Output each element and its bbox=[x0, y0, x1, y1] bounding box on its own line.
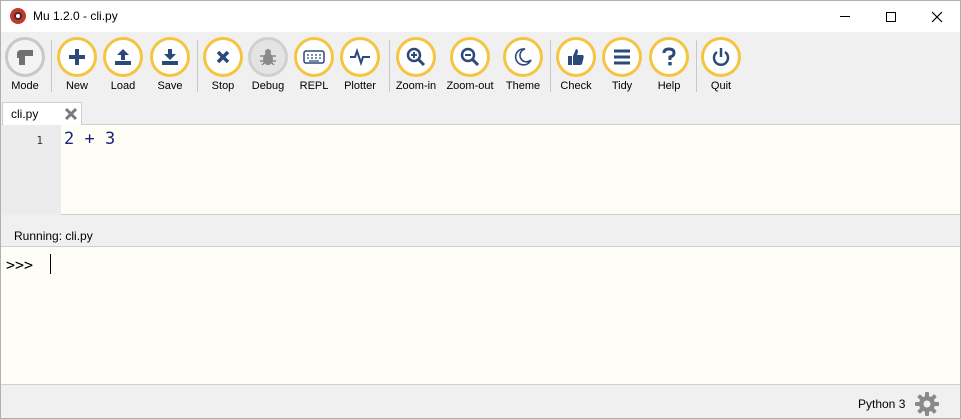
plus-icon bbox=[57, 37, 97, 77]
toolbar-separator bbox=[389, 40, 390, 92]
tab-label: cli.py bbox=[11, 107, 39, 121]
new-label: New bbox=[65, 80, 88, 92]
stop-label: Stop bbox=[211, 80, 235, 92]
status-bar: Python 3 bbox=[1, 386, 960, 418]
code-editor[interactable]: 1 2 + 3 bbox=[1, 125, 960, 215]
window-title: Mu 1.2.0 - cli.py bbox=[33, 9, 118, 23]
save-button[interactable]: Save bbox=[146, 37, 194, 92]
current-mode-label: Python 3 bbox=[858, 397, 906, 411]
toolbar-separator bbox=[550, 40, 551, 92]
bug-icon bbox=[248, 37, 288, 77]
zoom-out-button[interactable]: Zoom-out bbox=[446, 37, 494, 92]
mode-button[interactable]: Mode bbox=[1, 37, 49, 92]
line-number: 1 bbox=[36, 134, 43, 147]
app-window: Mu 1.2.0 - cli.py Mode New Load Save Sto… bbox=[0, 0, 961, 419]
moon-icon bbox=[503, 37, 543, 77]
gear-icon[interactable] bbox=[914, 391, 940, 417]
tidy-label: Tidy bbox=[611, 80, 633, 92]
close-tab-icon[interactable] bbox=[64, 107, 78, 121]
check-button[interactable]: Check bbox=[552, 37, 600, 92]
repl-label: REPL bbox=[299, 80, 329, 92]
repl-header: Running: cli.py bbox=[1, 216, 960, 247]
repl-pane[interactable]: >>> bbox=[1, 247, 960, 385]
zoom-out-label: Zoom-out bbox=[446, 80, 494, 92]
minimize-icon bbox=[840, 16, 850, 17]
mode-icon bbox=[5, 37, 45, 77]
running-label: Running: cli.py bbox=[14, 229, 93, 243]
quit-button[interactable]: Quit bbox=[697, 37, 745, 92]
code-line[interactable]: 2 + 3 bbox=[64, 129, 115, 149]
close-icon bbox=[931, 11, 943, 22]
mode-label: Mode bbox=[11, 80, 39, 92]
zoom-in-button[interactable]: Zoom-in bbox=[392, 37, 440, 92]
check-label: Check bbox=[560, 80, 592, 92]
toolbar: Mode New Load Save Stop Debug REPL Plott… bbox=[1, 32, 960, 99]
line-number-gutter: 1 bbox=[1, 125, 61, 215]
maximize-icon bbox=[886, 11, 896, 22]
minimize-button[interactable] bbox=[822, 1, 868, 32]
power-icon bbox=[701, 37, 741, 77]
help-button[interactable]: Help bbox=[645, 37, 693, 92]
stop-icon bbox=[203, 37, 243, 77]
tidy-button[interactable]: Tidy bbox=[598, 37, 646, 92]
repl-button[interactable]: REPL bbox=[290, 37, 338, 92]
theme-button[interactable]: Theme bbox=[499, 37, 547, 92]
question-icon bbox=[649, 37, 689, 77]
load-label: Load bbox=[110, 80, 136, 92]
repl-prompt: >>> bbox=[6, 256, 34, 274]
stop-button[interactable]: Stop bbox=[199, 37, 247, 92]
upload-icon bbox=[103, 37, 143, 77]
zoom-in-label: Zoom-in bbox=[395, 80, 437, 92]
close-window-button[interactable] bbox=[914, 1, 960, 32]
zoom-in-icon bbox=[396, 37, 436, 77]
thumbs-up-icon bbox=[556, 37, 596, 77]
zoom-out-icon bbox=[450, 37, 490, 77]
quit-label: Quit bbox=[710, 80, 732, 92]
theme-label: Theme bbox=[505, 80, 541, 92]
maximize-button[interactable] bbox=[868, 1, 914, 32]
debug-button[interactable]: Debug bbox=[244, 37, 292, 92]
new-button[interactable]: New bbox=[53, 37, 101, 92]
help-label: Help bbox=[657, 80, 681, 92]
save-label: Save bbox=[157, 80, 183, 92]
mu-app-icon bbox=[10, 8, 26, 24]
text-cursor bbox=[50, 254, 51, 274]
load-button[interactable]: Load bbox=[99, 37, 147, 92]
tab-strip: cli.py bbox=[1, 99, 960, 125]
plotter-button[interactable]: Plotter bbox=[336, 37, 384, 92]
toolbar-separator bbox=[51, 40, 52, 92]
debug-label: Debug bbox=[251, 80, 285, 92]
download-icon bbox=[150, 37, 190, 77]
plotter-label: Plotter bbox=[344, 80, 376, 92]
pulse-icon bbox=[340, 37, 380, 77]
toolbar-separator bbox=[197, 40, 198, 92]
lines-icon bbox=[602, 37, 642, 77]
tab-cli-py[interactable]: cli.py bbox=[2, 102, 82, 125]
keyboard-icon bbox=[294, 37, 334, 77]
title-bar: Mu 1.2.0 - cli.py bbox=[1, 1, 960, 32]
